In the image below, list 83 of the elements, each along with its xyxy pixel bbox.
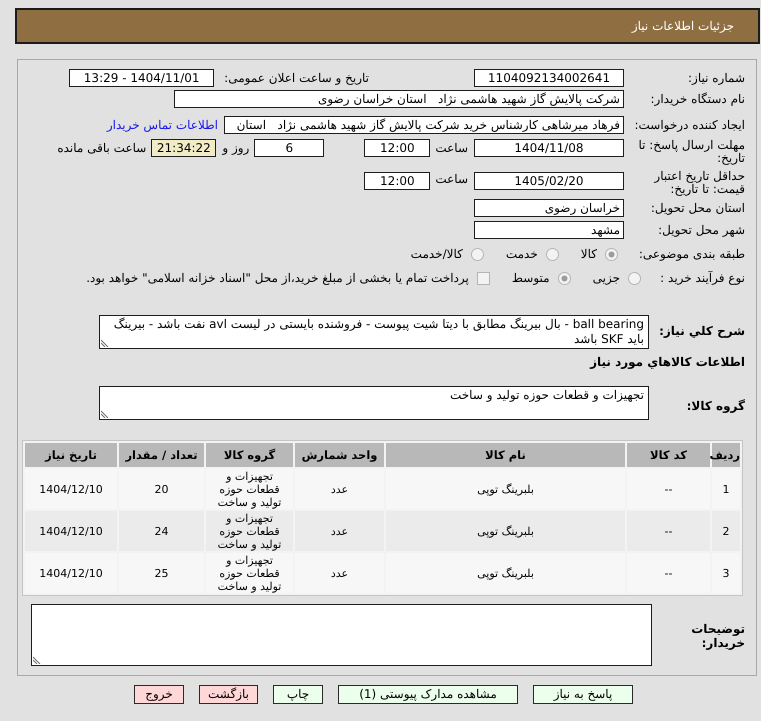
field-label: نوع فرآیند خرید : xyxy=(659,270,745,287)
table-cell: -- xyxy=(627,511,710,551)
reply-button[interactable]: پاسخ به نیاز xyxy=(533,685,633,704)
buyer-notes-textarea[interactable] xyxy=(31,604,652,666)
table-cell: 24 xyxy=(119,511,204,551)
radio-button[interactable] xyxy=(605,248,618,260)
description-textarea[interactable]: ball bearing - بال بیرینگ مطابق با دیتا شیت پیوست - فروشنده بایستی در لیست avl نفت باشد - بیرینگ باید SKF باشد xyxy=(99,315,649,349)
remaining-time-field[interactable]: 21:34:22 xyxy=(151,139,216,157)
radio-button[interactable] xyxy=(628,272,641,284)
radio-label: متوسط xyxy=(512,271,550,285)
view-attachments-button[interactable]: مشاهده مدارک پیوستی (1) xyxy=(338,685,518,704)
table-cell: بلبرینگ توپی xyxy=(386,553,625,593)
radio-button[interactable] xyxy=(546,248,559,260)
resize-grip-icon[interactable] xyxy=(33,656,41,664)
table-cell: 3 xyxy=(712,553,740,593)
table-cell: 1404/12/10 xyxy=(25,511,117,551)
field-label: حداقل تاریخ اعتبار قیمت: تا تاریخ: xyxy=(652,170,745,196)
resize-grip-icon[interactable] xyxy=(101,339,109,347)
field-label: شرح کلي نیاز: xyxy=(658,323,745,340)
radio-button[interactable] xyxy=(470,248,484,260)
field-label: توضیحات خریدار: xyxy=(690,621,745,650)
province-field[interactable]: خراسان رضوی xyxy=(474,199,624,217)
field-label: شماره نیاز: xyxy=(687,70,745,87)
field-label: مهلت ارسال پاسخ: تا تاریخ: xyxy=(637,139,745,165)
field-label: ایجاد کننده درخواست: xyxy=(633,117,745,134)
table-cell: بلبرینگ توپی xyxy=(386,469,625,509)
field-label: گروه کالا: xyxy=(686,398,745,415)
date-field[interactable]: 1404/11/08 xyxy=(474,139,624,157)
date-field[interactable]: 1405/02/20 xyxy=(474,172,624,190)
table-cell: 1404/12/10 xyxy=(25,469,117,509)
column-header: گروه کالا xyxy=(206,443,293,467)
radio-label: جزیی xyxy=(592,271,620,285)
table-cell: 25 xyxy=(119,553,204,593)
buyer-org-field[interactable]: شرکت پالایش گاز شهید هاشمی نژاد استان خراسان رضوی xyxy=(174,90,624,108)
city-field[interactable]: مشهد xyxy=(474,221,624,239)
table-cell: عدد xyxy=(295,553,384,593)
table-cell: عدد xyxy=(295,469,384,509)
back-button[interactable]: بازگشت xyxy=(199,685,258,704)
table-cell: تجهیزات و قطعات حوزه تولید و ساخت xyxy=(206,553,293,593)
column-header: ردیف xyxy=(712,443,740,467)
time-field[interactable]: 12:00 xyxy=(364,139,430,157)
field-label: روز و xyxy=(222,140,250,157)
radio-label: خدمت xyxy=(506,247,538,261)
table-cell: بلبرینگ توپی xyxy=(386,511,625,551)
field-label: نام دستگاه خریدار: xyxy=(650,91,745,108)
requester-field[interactable]: فرهاد میرشاهی کارشناس خرید شرکت پالایش گاز شهید هاشمی نژاد استان xyxy=(224,116,624,134)
print-button[interactable]: چاپ xyxy=(273,685,323,704)
field-label: شهر محل تحویل: xyxy=(657,222,745,239)
field-label: ساعت باقی مانده xyxy=(57,140,146,157)
page-title: جزئیات اطلاعات نیاز xyxy=(632,19,734,33)
table-cell: عدد xyxy=(295,511,384,551)
field-label: تاریخ و ساعت اعلان عمومی: xyxy=(224,70,369,87)
goods-group-textarea[interactable]: تجهیزات و قطعات حوزه تولید و ساخت xyxy=(99,386,649,420)
table-cell: 2 xyxy=(712,511,740,551)
table-cell: 1404/12/10 xyxy=(25,553,117,593)
column-header: کد کالا xyxy=(627,443,710,467)
radio-label: کالا/خدمت xyxy=(410,247,463,261)
field-label: ساعت xyxy=(435,140,468,157)
announcement-date-field[interactable]: 1404/11/01 - 13:29 xyxy=(69,69,214,87)
field-label: طبقه بندی موضوعی: xyxy=(638,246,745,263)
days-field[interactable]: 6 xyxy=(254,139,324,157)
checkbox[interactable] xyxy=(476,272,490,284)
checkbox-label: پرداخت تمام یا بخشی از مبلغ خرید،از محل "اسناد خزانه اسلامی" خواهد بود. xyxy=(86,271,469,285)
column-header: واحد شمارش xyxy=(295,443,384,467)
table-cell: -- xyxy=(627,553,710,593)
exit-button[interactable]: خروج xyxy=(134,685,184,704)
table-cell: تجهیزات و قطعات حوزه تولید و ساخت xyxy=(206,511,293,551)
radio-button[interactable] xyxy=(558,272,571,284)
column-header: نام کالا xyxy=(386,443,625,467)
column-header: تعداد / مقدار xyxy=(119,443,204,467)
resize-grip-icon[interactable] xyxy=(101,410,109,418)
table-cell: تجهیزات و قطعات حوزه تولید و ساخت xyxy=(206,469,293,509)
column-header: تاریخ نیاز xyxy=(25,443,117,467)
section-heading: اطلاعات کالاهاي مورد نیاز xyxy=(590,355,745,369)
contact-link[interactable]: اطلاعات تماس خریدار xyxy=(106,116,218,134)
field-label: استان محل تحویل: xyxy=(650,200,745,217)
radio-label: کالا xyxy=(580,247,597,261)
table-cell: 1 xyxy=(712,469,740,509)
table-cell: -- xyxy=(627,469,710,509)
time-field[interactable]: 12:00 xyxy=(364,172,430,190)
need-number-field[interactable]: 1104092134002641 xyxy=(474,69,624,87)
field-label: ساعت xyxy=(435,171,468,188)
table-cell: 20 xyxy=(119,469,204,509)
